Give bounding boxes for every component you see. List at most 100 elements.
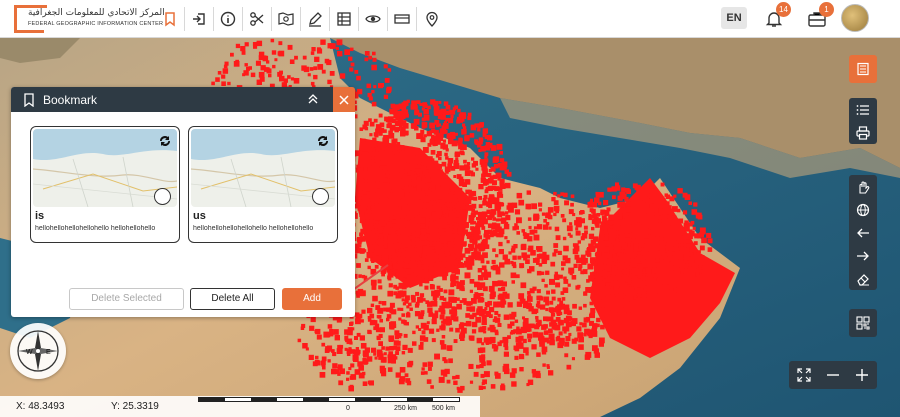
map-point bbox=[509, 331, 513, 335]
map-point bbox=[578, 344, 584, 350]
map-point bbox=[310, 51, 315, 55]
login-tool-button[interactable] bbox=[185, 7, 214, 31]
print-button[interactable] bbox=[849, 121, 877, 144]
bookmark-card[interactable]: us hellohellohellohellohello hellohelloh… bbox=[188, 126, 338, 243]
eraser-button[interactable] bbox=[849, 267, 877, 290]
map-point bbox=[455, 280, 459, 284]
compass-west-label: W bbox=[26, 349, 33, 356]
language-toggle-button[interactable]: EN bbox=[721, 7, 747, 29]
next-extent-button[interactable] bbox=[849, 244, 877, 267]
map-point bbox=[693, 241, 698, 246]
close-panel-button[interactable] bbox=[333, 87, 355, 112]
map-point bbox=[645, 229, 651, 235]
map-point bbox=[525, 352, 529, 356]
bookmark-select-radio[interactable] bbox=[312, 188, 329, 205]
bookmark-tool-button[interactable] bbox=[156, 7, 185, 31]
map-point bbox=[562, 236, 567, 241]
add-bookmark-button[interactable]: Add bbox=[282, 288, 342, 310]
map-point bbox=[373, 352, 377, 356]
zoom-controls bbox=[789, 361, 877, 389]
map-point bbox=[277, 51, 282, 56]
map-point bbox=[429, 241, 433, 245]
map-point bbox=[665, 201, 670, 206]
compass-button[interactable]: W E bbox=[10, 323, 66, 379]
globe-icon bbox=[856, 203, 870, 216]
map-point bbox=[459, 165, 465, 171]
delete-selected-button[interactable]: Delete Selected bbox=[69, 288, 184, 310]
bookmark-select-radio[interactable] bbox=[154, 188, 171, 205]
map-point bbox=[648, 224, 652, 229]
map-point bbox=[619, 281, 625, 288]
map-point bbox=[488, 204, 493, 209]
map-point bbox=[393, 291, 398, 296]
draw-tool-button[interactable] bbox=[301, 7, 330, 31]
sync-icon[interactable] bbox=[158, 134, 172, 148]
map-point bbox=[516, 231, 520, 235]
map-point bbox=[404, 295, 410, 301]
user-avatar[interactable] bbox=[841, 4, 869, 32]
map-point bbox=[459, 334, 464, 339]
map-point bbox=[499, 202, 504, 207]
map-point bbox=[287, 75, 291, 79]
map-point bbox=[458, 113, 463, 118]
map-point bbox=[250, 72, 256, 78]
previous-extent-button[interactable] bbox=[849, 221, 877, 244]
map-point bbox=[618, 230, 622, 235]
fgic-logo[interactable]: المركز الاتحادي للمعلومات الجغرافية FEDE… bbox=[14, 5, 165, 33]
layers-list-button[interactable] bbox=[849, 55, 877, 83]
map-search-tool-button[interactable] bbox=[272, 7, 301, 31]
bookmark-card[interactable]: is hellohellohellohellohello hellohelloh… bbox=[30, 126, 180, 243]
map-point bbox=[583, 317, 589, 323]
visibility-tool-button[interactable] bbox=[359, 7, 388, 31]
map-point bbox=[586, 252, 592, 257]
map-point bbox=[476, 364, 480, 369]
map-point bbox=[589, 301, 594, 306]
map-point bbox=[436, 182, 441, 187]
map-point bbox=[367, 316, 371, 320]
map-point bbox=[473, 226, 479, 232]
map-point bbox=[356, 88, 363, 95]
map-point bbox=[391, 119, 396, 124]
zoom-out-icon[interactable] bbox=[826, 368, 840, 382]
map-point bbox=[482, 128, 488, 134]
map-point bbox=[527, 217, 532, 221]
bookmark-panel-header: Bookmark bbox=[11, 87, 355, 112]
map-point bbox=[445, 189, 450, 194]
zoom-in-icon[interactable] bbox=[855, 368, 869, 382]
notifications-button[interactable]: 14 bbox=[761, 2, 791, 32]
fullscreen-icon[interactable] bbox=[797, 368, 811, 382]
map-point bbox=[666, 242, 670, 246]
delete-all-button[interactable]: Delete All bbox=[190, 288, 275, 310]
qr-code-button[interactable] bbox=[849, 309, 877, 337]
map-point bbox=[402, 344, 408, 350]
map-point bbox=[589, 312, 595, 319]
collapse-double-chevron-icon[interactable] bbox=[306, 92, 320, 106]
map-point bbox=[427, 105, 431, 110]
pan-button[interactable] bbox=[849, 175, 877, 198]
map-point bbox=[420, 310, 425, 315]
clip-tool-button[interactable] bbox=[243, 7, 272, 31]
list-button[interactable] bbox=[849, 98, 877, 121]
map-point bbox=[568, 209, 574, 215]
map-point bbox=[392, 200, 396, 204]
info-tool-button[interactable] bbox=[214, 7, 243, 31]
sync-icon[interactable] bbox=[316, 134, 330, 148]
map-point bbox=[378, 341, 383, 346]
map-point bbox=[584, 354, 591, 360]
map-point bbox=[453, 339, 458, 343]
location-tool-button[interactable] bbox=[417, 7, 446, 31]
briefcase-button[interactable]: 1 bbox=[804, 2, 834, 32]
swipe-tool-button[interactable] bbox=[388, 7, 417, 31]
map-point bbox=[556, 312, 561, 316]
map-point bbox=[547, 207, 554, 213]
map-point bbox=[336, 348, 343, 354]
map-point bbox=[235, 43, 241, 49]
map-point bbox=[363, 120, 369, 126]
bookmark-icon bbox=[24, 93, 34, 107]
globe-button[interactable] bbox=[849, 198, 877, 221]
map-point bbox=[684, 220, 689, 225]
map-point bbox=[301, 323, 306, 328]
table-tool-button[interactable] bbox=[330, 7, 359, 31]
map-point bbox=[430, 249, 435, 254]
map-point bbox=[312, 361, 318, 367]
